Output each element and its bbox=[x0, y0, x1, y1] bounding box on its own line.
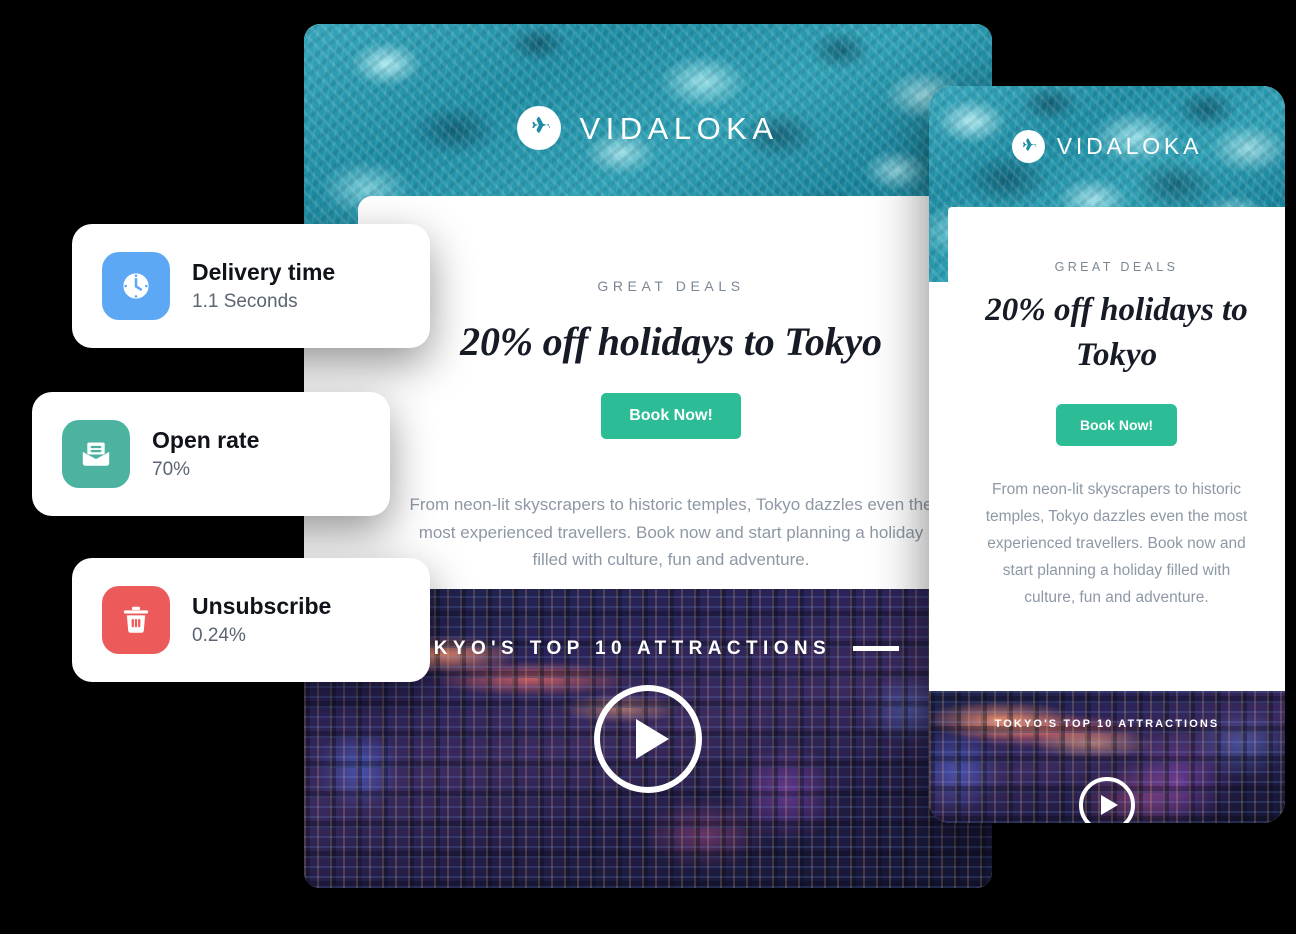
stat-value: 1.1 Seconds bbox=[192, 290, 298, 312]
play-triangle bbox=[635, 718, 669, 759]
stat-text-group: Open rate 70% bbox=[152, 426, 259, 482]
brand-wordmark: VIDALOKA bbox=[579, 110, 779, 146]
stat-card-open-rate: Open rate 70% bbox=[32, 392, 390, 516]
eyebrow-label: GREAT DEALS bbox=[597, 278, 745, 294]
brand-wordmark: VIDALOKA bbox=[1056, 133, 1203, 159]
page-title: 20% off holidays to Tokyo bbox=[460, 319, 882, 364]
brand-logo: VIDALOKA bbox=[304, 106, 992, 150]
envelope-open-icon bbox=[62, 420, 130, 488]
airplane-icon bbox=[517, 106, 562, 150]
stat-card-unsubscribe: Unsubscribe 0.24% bbox=[72, 558, 430, 682]
video-caption-text: TOKYO'S TOP 10 ATTRACTIONS bbox=[396, 638, 832, 659]
desktop-email-preview: VIDALOKA GREAT DEALS 20% off holidays to… bbox=[304, 24, 992, 888]
brand-logo: VIDALOKA bbox=[929, 130, 1285, 163]
clock-icon bbox=[102, 252, 170, 320]
stat-title: Open rate bbox=[152, 426, 260, 453]
video-caption: TOKYO'S TOP 10 ATTRACTIONS bbox=[304, 639, 992, 658]
stat-value: 70% bbox=[152, 458, 191, 480]
page-title: 20% off holidays to Tokyo bbox=[985, 292, 1248, 373]
mobile-email-body: GREAT DEALS 20% off holidays to Tokyo Bo… bbox=[948, 207, 1285, 691]
caption-rule bbox=[853, 646, 900, 651]
book-now-button[interactable]: Book Now! bbox=[601, 393, 741, 439]
stat-text-group: Delivery time 1.1 Seconds bbox=[192, 258, 335, 314]
cta-container: Book Now! bbox=[948, 403, 1285, 446]
body-copy: From neon-lit skyscrapers to historic te… bbox=[409, 495, 933, 570]
trash-icon bbox=[102, 586, 170, 654]
cta-container: Book Now! bbox=[358, 393, 984, 439]
body-copy: From neon-lit skyscrapers to historic te… bbox=[985, 480, 1248, 607]
book-now-button[interactable]: Book Now! bbox=[1055, 403, 1178, 446]
play-icon[interactable] bbox=[594, 684, 702, 793]
stat-card-delivery-time: Delivery time 1.1 Seconds bbox=[72, 224, 430, 348]
video-caption-text: TOKYO'S TOP 10 ATTRACTIONS bbox=[994, 718, 1220, 730]
eyebrow-label: GREAT DEALS bbox=[1054, 260, 1179, 274]
screenshot-stage: VIDALOKA GREAT DEALS 20% off holidays to… bbox=[0, 0, 1296, 934]
mobile-video-block[interactable]: TOKYO'S TOP 10 ATTRACTIONS bbox=[929, 691, 1285, 823]
mobile-email-preview: VIDALOKA GREAT DEALS 20% off holidays to… bbox=[929, 86, 1285, 823]
airplane-icon bbox=[1011, 130, 1045, 163]
stat-title: Delivery time bbox=[192, 258, 336, 285]
play-triangle bbox=[1100, 795, 1118, 815]
stat-title: Unsubscribe bbox=[192, 592, 332, 619]
